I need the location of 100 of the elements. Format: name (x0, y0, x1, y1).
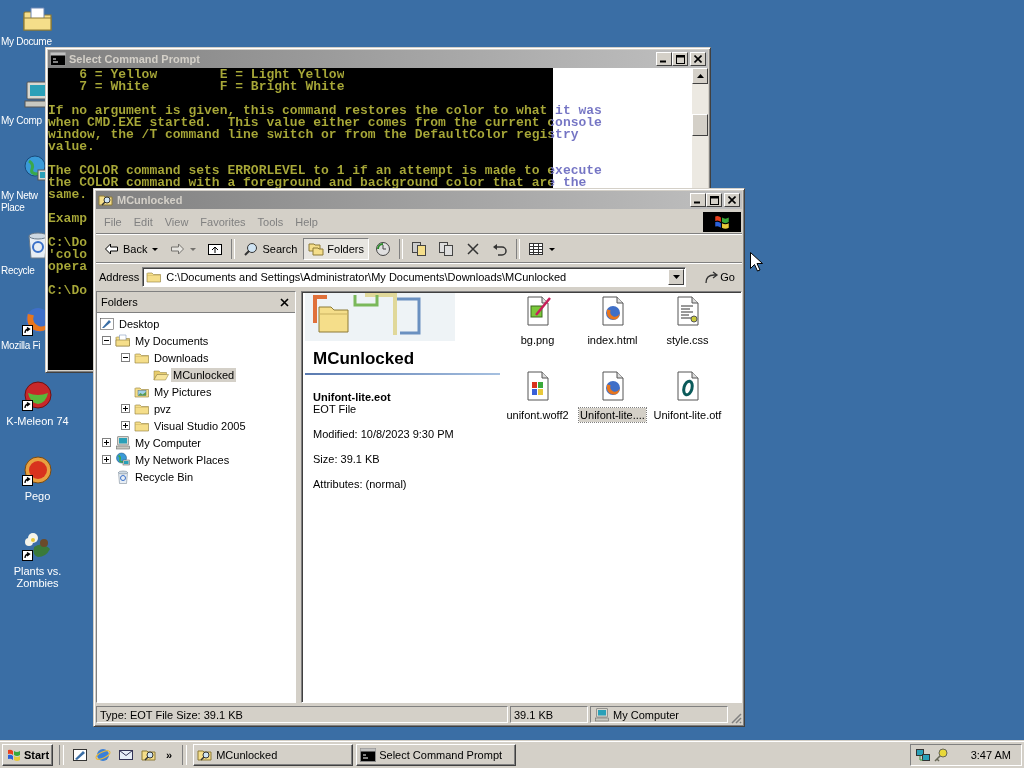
search-folder-icon[interactable] (141, 747, 158, 763)
search-folder-icon (197, 747, 214, 763)
recycle-bin-icon (115, 468, 131, 485)
address-label: Address (99, 271, 140, 283)
maximize-button[interactable] (706, 193, 722, 207)
minimize-button[interactable] (690, 193, 706, 207)
console-icon (50, 51, 66, 67)
clock: 3:47 AM (970, 749, 1011, 761)
scroll-up-button[interactable] (692, 68, 708, 84)
collapse-icon[interactable] (120, 353, 130, 362)
file-type: EOT File (313, 403, 358, 416)
computer-icon (115, 434, 131, 451)
documents-folder-icon (115, 332, 131, 349)
zone-label: My Computer (613, 708, 680, 721)
copy-to-icon (438, 241, 454, 257)
more-button[interactable]: » (164, 749, 175, 761)
minimize-button[interactable] (656, 52, 672, 66)
computer-icon (594, 706, 610, 723)
desktop-icon-label[interactable]: My Comp (1, 115, 42, 127)
modified-date: Modified: 10/8/2023 9:30 PM (313, 428, 455, 441)
desktop-icon-label[interactable]: Pego (24, 490, 51, 502)
icon-caption[interactable]: style.css (665, 333, 710, 347)
icon-caption[interactable]: unifont.woff2 (505, 408, 570, 422)
address-field[interactable]: C:\Documents and Settings\Administrator\My Documents\Downloads\MCunlocked (142, 267, 687, 287)
folder-icon (146, 269, 163, 285)
history-icon (375, 241, 391, 257)
desktop-icon-label[interactable]: Plants vs. Zombies (13, 565, 62, 589)
icon-caption[interactable]: Unifont-lite.otf (652, 408, 723, 422)
taskbar-button[interactable]: MCunlocked (193, 744, 354, 766)
browser-icon[interactable] (95, 747, 112, 763)
flag-icon (713, 213, 731, 231)
folders-button[interactable]: Folders (303, 238, 369, 260)
flag-icon (6, 747, 22, 763)
resize-grip[interactable] (730, 712, 742, 724)
desktop-icon-label[interactable]: Recycle (1, 265, 35, 277)
show-desktop-icon[interactable] (72, 747, 89, 763)
expand-icon[interactable] (120, 421, 130, 430)
collapse-icon[interactable] (101, 336, 111, 345)
start-button[interactable]: Start (2, 744, 54, 766)
close-icon (694, 55, 702, 63)
desktop-icon-label[interactable]: My Docume (1, 36, 52, 48)
file-attributes: Attributes: (normal) (313, 478, 408, 491)
folder-title: MCunlocked (313, 349, 416, 369)
taskbar-button[interactable]: Select Command Prompt (356, 744, 517, 766)
close-button[interactable] (278, 295, 291, 309)
desktop-icon-label[interactable]: My Netw Place (1, 190, 38, 214)
move-to-icon (411, 241, 427, 257)
tree-item[interactable]: My Documents (133, 333, 211, 348)
icon-caption[interactable]: index.html (586, 333, 639, 347)
dropdown-button[interactable] (668, 269, 685, 285)
network-icon (115, 451, 131, 468)
up-folder-icon (207, 241, 224, 257)
undo-icon (492, 241, 508, 257)
status-text: Type: EOT File Size: 39.1 KB (96, 706, 508, 723)
back-arrow-icon (104, 241, 120, 257)
file-size: Size: 39.1 KB (313, 453, 381, 466)
icon-caption[interactable]: Unifont-lite.... (579, 408, 646, 422)
search-icon (243, 241, 260, 257)
icon-caption[interactable]: bg.png (519, 333, 556, 347)
back-button[interactable]: Back (99, 238, 164, 260)
status-size: 39.1 KB (510, 706, 588, 723)
scroll-thumb[interactable] (692, 114, 708, 136)
window-title: Select Command Prompt (69, 53, 201, 65)
mail-icon[interactable] (118, 747, 135, 763)
tree-item[interactable]: My Pictures (152, 384, 214, 399)
maximize-icon (709, 195, 719, 205)
expand-icon[interactable] (120, 404, 130, 413)
tree-item[interactable]: pvz (152, 401, 174, 416)
expand-icon[interactable] (101, 455, 111, 464)
network-icon[interactable] (915, 747, 931, 763)
forward-arrow-icon (169, 241, 186, 257)
tree-item[interactable]: MCunlocked (171, 367, 237, 382)
maximize-button[interactable] (672, 52, 688, 66)
maximize-icon (675, 54, 685, 64)
file-name: Unifont-lite.eot (313, 391, 392, 403)
caret-icon (672, 275, 680, 279)
close-button[interactable] (724, 193, 740, 207)
tree-item[interactable]: Visual Studio 2005 (152, 418, 248, 433)
window-title: MCunlocked (117, 194, 184, 206)
tree-item[interactable]: Recycle Bin (133, 469, 196, 484)
up-arrow-icon (696, 74, 704, 78)
mouse-pointer-icon (750, 252, 763, 272)
key-icon[interactable] (933, 747, 949, 763)
close-button[interactable] (690, 52, 706, 66)
close-icon (280, 297, 289, 307)
console-icon (360, 747, 377, 763)
tree-item[interactable]: Desktop (117, 316, 162, 331)
desktop-icon-label[interactable]: K-Meleon 74 (6, 415, 69, 427)
tree-item[interactable]: Downloads (152, 350, 211, 365)
tree-item[interactable]: My Computer (133, 435, 204, 450)
go-arrow-icon (703, 269, 720, 285)
views-icon (528, 241, 544, 257)
desktop-icon-label[interactable]: Mozilla Fi (1, 340, 41, 352)
tree-item[interactable]: My Network Places (133, 452, 232, 467)
close-icon (728, 196, 736, 204)
expand-icon[interactable] (101, 438, 111, 447)
search-folder-icon (98, 192, 114, 208)
delete-icon (465, 241, 481, 257)
search-button[interactable]: Search (238, 238, 303, 260)
go-button[interactable]: Go (699, 267, 739, 287)
